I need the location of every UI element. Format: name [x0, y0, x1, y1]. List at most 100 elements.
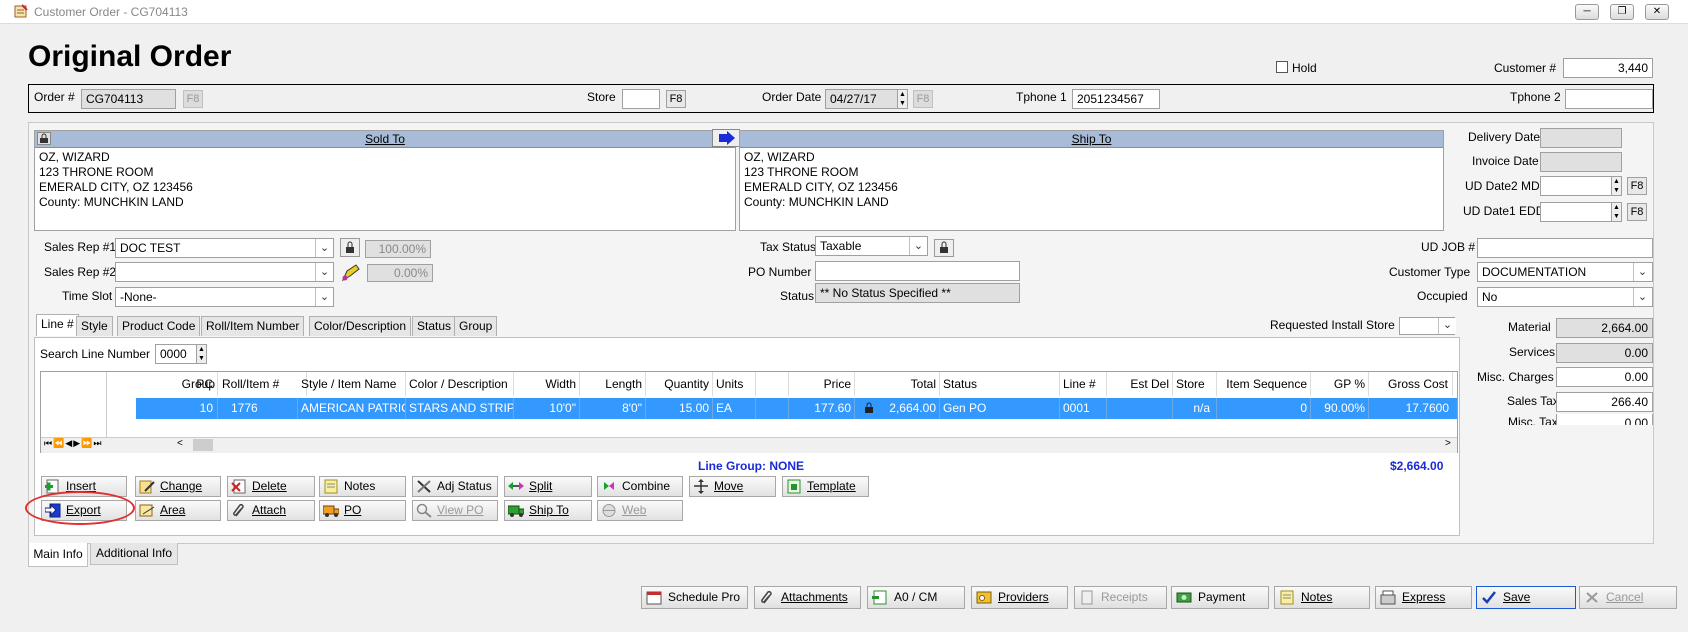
chevron-down-icon[interactable]: ⌄ — [1633, 263, 1651, 281]
chevron-down-icon[interactable]: ⌄ — [315, 288, 333, 306]
tab-line-number[interactable]: Line # — [36, 314, 79, 336]
col-blank[interactable] — [756, 372, 789, 396]
notes-button[interactable]: Notes — [319, 476, 406, 497]
tphone1-field[interactable]: 2051234567 — [1072, 89, 1160, 109]
adj-status-button[interactable]: Adj Status — [412, 476, 498, 497]
tab-additional-info[interactable]: Additional Info — [90, 543, 178, 565]
close-button[interactable]: ✕ — [1645, 4, 1669, 20]
notes-bottom-button[interactable]: Notes — [1274, 586, 1370, 609]
chevron-down-icon[interactable]: ⌄ — [1438, 318, 1456, 334]
cancel-button[interactable]: Cancel — [1579, 586, 1677, 609]
col-roll-item[interactable]: Roll/Item # — [219, 372, 307, 396]
move-button[interactable]: Move — [689, 476, 776, 497]
ud-date2-f8-button[interactable]: F8 — [1627, 177, 1647, 195]
web-button[interactable]: Web — [597, 500, 683, 521]
providers-button[interactable]: Providers — [971, 586, 1068, 609]
change-button[interactable]: Change — [135, 476, 221, 497]
tab-main-info[interactable]: Main Info — [28, 543, 88, 567]
attachments-button[interactable]: Attachments — [754, 586, 861, 609]
area-button[interactable]: Area — [135, 500, 221, 521]
ud-job-field[interactable] — [1477, 238, 1653, 258]
invoice-date-field[interactable] — [1540, 152, 1622, 172]
order-date-spinner[interactable]: ▲ ▼ — [897, 90, 907, 108]
ud-date1-spinner[interactable]: ▲ ▼ — [1611, 203, 1621, 221]
attach-button[interactable]: Attach — [227, 500, 315, 521]
horizontal-scrollbar-thumb[interactable] — [193, 439, 213, 451]
chevron-down-icon[interactable]: ⌄ — [1633, 288, 1651, 306]
sales-rep-lock-icon[interactable] — [340, 238, 360, 257]
col-line-number[interactable]: Line # — [1060, 372, 1107, 396]
misc-tax-value[interactable]: 0.00 — [1556, 414, 1653, 425]
ud-date1-f8-button[interactable]: F8 — [1627, 203, 1647, 221]
ship-to-button[interactable]: Ship To — [504, 500, 592, 521]
order-number-field[interactable]: CG704113 — [81, 89, 176, 109]
payment-button[interactable]: Payment — [1171, 586, 1269, 609]
ud-date2-spinner[interactable]: ▲ ▼ — [1611, 177, 1621, 195]
store-f8-button[interactable]: F8 — [666, 90, 686, 108]
col-price[interactable]: Price — [789, 372, 855, 396]
hold-checkbox[interactable] — [1276, 61, 1288, 73]
template-button[interactable]: Template — [782, 476, 869, 497]
scroll-right-icon[interactable]: > — [1445, 438, 1457, 452]
combine-button[interactable]: Combine — [597, 476, 683, 497]
order-date-field[interactable]: 04/27/17 — [825, 89, 908, 109]
col-status[interactable]: Status — [940, 372, 1060, 396]
tax-lock-icon[interactable] — [934, 239, 954, 257]
tab-color-description[interactable]: Color/Description — [309, 316, 412, 336]
tab-status[interactable]: Status — [412, 316, 457, 336]
record-navigator-buttons[interactable]: ⏮⏪◀▶⏩⏭ — [44, 438, 156, 452]
restore-button[interactable]: ❐ — [1610, 4, 1634, 20]
scroll-left-icon[interactable]: < — [177, 438, 189, 452]
customer-number-field[interactable]: 3,440 — [1563, 58, 1653, 78]
tab-group[interactable]: Group — [454, 316, 498, 336]
order-date-f8-button[interactable]: F8 — [913, 90, 933, 108]
misc-charges-value[interactable]: 0.00 — [1556, 367, 1653, 387]
schedule-pro-button[interactable]: Schedule Pro — [641, 586, 748, 609]
po-button[interactable]: PO — [319, 500, 406, 521]
po-number-field[interactable] — [815, 261, 1020, 281]
col-quantity[interactable]: Quantity — [646, 372, 713, 396]
store-field[interactable] — [622, 89, 660, 109]
tphone2-field[interactable] — [1565, 89, 1653, 109]
col-pc[interactable]: PC — [181, 372, 218, 396]
minimize-button[interactable]: ─ — [1575, 4, 1599, 20]
col-store[interactable]: Store — [1173, 372, 1217, 396]
col-gross-cost[interactable]: Gross Cost — [1369, 372, 1453, 396]
tab-product-code[interactable]: Product Code — [117, 316, 201, 336]
sales-tax-value[interactable]: 266.40 — [1556, 392, 1653, 412]
sold-to-lock-icon[interactable] — [37, 132, 51, 145]
split-button[interactable]: Split — [504, 476, 592, 497]
receipts-button[interactable]: Receipts — [1074, 586, 1167, 609]
chevron-down-icon[interactable]: ⌄ — [909, 237, 927, 255]
occupied-select[interactable]: No — [1477, 287, 1653, 307]
order-f8-button[interactable]: F8 — [183, 90, 203, 108]
time-slot-select[interactable]: -None- — [115, 287, 334, 307]
express-button[interactable]: Express — [1375, 586, 1472, 609]
chevron-down-icon[interactable]: ⌄ — [315, 239, 333, 257]
view-po-button[interactable]: View PO — [412, 500, 498, 521]
col-style[interactable]: Style / Item Name — [298, 372, 406, 396]
col-gp-pct[interactable]: GP % — [1311, 372, 1369, 396]
save-button[interactable]: Save — [1476, 586, 1576, 609]
sales-rep1-select[interactable]: DOC TEST — [115, 238, 334, 258]
col-est-del[interactable]: Est Del — [1107, 372, 1173, 396]
col-total[interactable]: Total — [855, 372, 940, 396]
tab-roll-item-number[interactable]: Roll/Item Number — [201, 316, 305, 336]
tab-style[interactable]: Style — [76, 316, 113, 336]
ud-date1-field[interactable] — [1540, 202, 1622, 222]
chevron-down-icon[interactable]: ⌄ — [315, 263, 333, 281]
col-item-sequence[interactable]: Item Sequence — [1217, 372, 1311, 396]
col-units[interactable]: Units — [713, 372, 756, 396]
col-width[interactable]: Width — [514, 372, 580, 396]
col-length[interactable]: Length — [580, 372, 646, 396]
search-line-spinner[interactable]: ▲ ▼ — [196, 345, 206, 363]
sales-rep2-select[interactable] — [115, 262, 334, 282]
col-color[interactable]: Color / Description — [406, 372, 514, 396]
delivery-date-field[interactable] — [1540, 128, 1622, 148]
a0-cm-button[interactable]: A0 / CM — [867, 586, 965, 609]
delete-button[interactable]: Delete — [227, 476, 315, 497]
ud-date2-field[interactable] — [1540, 176, 1622, 196]
pencil-icon[interactable] — [340, 263, 362, 283]
copy-address-arrow-icon[interactable] — [712, 129, 740, 147]
customer-type-select[interactable]: DOCUMENTATION — [1477, 262, 1653, 282]
